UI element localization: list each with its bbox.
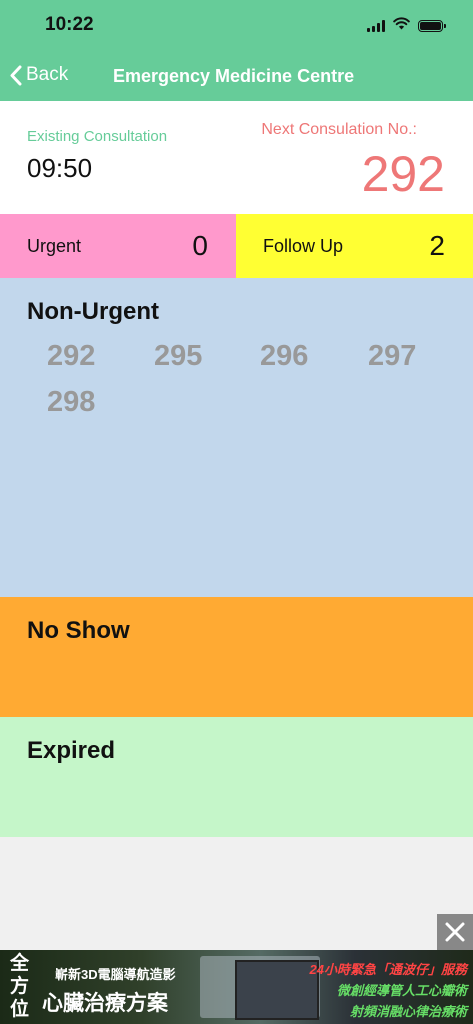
expired-title: Expired xyxy=(27,737,116,764)
no-show-title: No Show xyxy=(27,617,130,644)
follow-up-label: Follow Up xyxy=(263,236,344,256)
non-urgent-section: Non-Urgent 292 295 296 297 298 xyxy=(0,278,473,597)
ad-headline: 嶄新3D電腦導航造影 xyxy=(55,967,176,982)
status-time: 10:22 xyxy=(45,14,94,35)
status-icons xyxy=(367,17,446,35)
existing-consultation-time: 09:50 xyxy=(27,153,93,183)
urgent-count: 0 xyxy=(192,230,208,261)
ad-left-text: 全方位 xyxy=(10,953,30,1020)
wifi-icon xyxy=(393,17,410,35)
ad-banner[interactable]: 全方位 嶄新3D電腦導航造影 心臟治療方案 24小時緊急「通波仔」服務 微創經導… xyxy=(0,950,473,1024)
follow-up-count: 2 xyxy=(429,230,445,261)
follow-up-count-cell: Follow Up 2 xyxy=(236,214,473,278)
ad-service-2: 微創經導管人工心瓣術 xyxy=(336,983,467,998)
page-title: Emergency Medicine Centre xyxy=(113,66,355,86)
ad-main-title: 心臟治療方案 xyxy=(42,992,168,1015)
signal-icon xyxy=(367,20,385,32)
no-show-section: No Show xyxy=(0,597,473,717)
navigation-header: 10:22 Back Emergency Medicine Centre xyxy=(0,0,473,101)
ad-close-button[interactable] xyxy=(437,914,473,950)
queue-number: 292 xyxy=(47,340,96,372)
queue-number: 297 xyxy=(368,340,417,372)
ad-service-3: 射頻消融心律治療術 xyxy=(349,1004,467,1019)
queue-number: 298 xyxy=(47,386,96,418)
non-urgent-title: Non-Urgent xyxy=(27,298,159,325)
back-label: Back xyxy=(26,64,69,85)
ad-monitor-image xyxy=(235,960,319,1020)
ad-service-1: 24小時緊急「通波仔」服務 xyxy=(309,962,467,977)
back-button[interactable]: Back xyxy=(9,64,68,86)
next-consultation-label: Next Consulation No.: xyxy=(261,121,417,138)
existing-consultation-label: Existing Consultation xyxy=(27,128,168,145)
expired-section: Expired xyxy=(0,717,473,837)
chevron-left-icon xyxy=(10,65,22,85)
queue-number: 296 xyxy=(260,340,309,372)
urgent-label: Urgent xyxy=(27,236,82,256)
queue-number: 295 xyxy=(154,340,203,372)
consultation-info: Existing Consultation 09:50 Next Consula… xyxy=(0,101,473,214)
urgent-count-cell: Urgent 0 xyxy=(0,214,236,278)
close-icon xyxy=(445,922,465,942)
next-consultation-number: 292 xyxy=(361,146,445,202)
battery-icon xyxy=(418,20,446,32)
